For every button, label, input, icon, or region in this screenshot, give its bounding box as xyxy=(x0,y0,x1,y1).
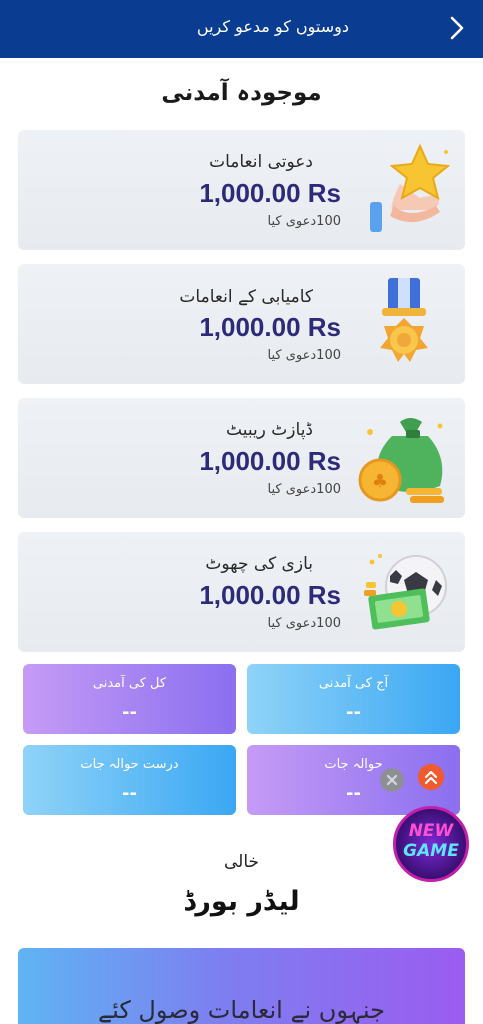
current-earnings-title: موجودہ آمدنی xyxy=(161,80,322,106)
card-amount: 1,000.00 Rs xyxy=(199,446,341,476)
reward-card-deposit-rebate[interactable]: ڈپازٹ ریبیٹ 1,000.00 Rs 100دعوی کیا ♣ xyxy=(18,398,465,518)
card-label: کامیابی کے انعامات xyxy=(179,287,313,307)
money-bag-icon: ♣ xyxy=(358,418,444,503)
page-title: دوستوں کو مدعو کریں xyxy=(196,17,349,36)
leaderboard-title: لیڈر بورڈ xyxy=(183,886,300,917)
scroll-top-button[interactable] xyxy=(418,764,444,790)
stat-today-earnings: آج کی آمدنی -- xyxy=(247,664,460,734)
card-claimed: 100دعوی کیا xyxy=(267,616,341,631)
empty-state-text: خالی xyxy=(223,852,260,872)
stat-value: -- xyxy=(122,783,137,804)
card-claimed: 100دعوی کیا xyxy=(267,482,341,497)
chevron-right-icon[interactable] xyxy=(445,14,469,42)
stat-value: -- xyxy=(346,702,361,723)
reward-card-invitation[interactable]: دعوتی انعامات 1,000.00 Rs 100دعوی کیا xyxy=(18,130,465,250)
card-amount: 1,000.00 Rs xyxy=(199,178,341,208)
banner-text: جنہوں نے انعامات وصول کئے xyxy=(98,996,385,1024)
stat-label: آج کی آمدنی xyxy=(318,676,389,691)
card-claimed: 100دعوی کیا xyxy=(267,214,341,229)
card-claimed: 100دعوی کیا xyxy=(267,348,341,363)
close-icon xyxy=(386,774,398,786)
medal-icon xyxy=(380,278,428,362)
soccer-money-icon xyxy=(364,554,447,630)
card-amount: 1,000.00 Rs xyxy=(199,580,341,610)
card-label: بازی کی چھوٹ xyxy=(205,554,313,574)
stat-label: کل کی آمدنی xyxy=(92,676,167,691)
reward-receivers-banner: جنہوں نے انعامات وصول کئے xyxy=(18,948,465,1024)
stat-total-earnings: کل کی آمدنی -- xyxy=(23,664,236,734)
star-hand-icon xyxy=(370,143,450,232)
reward-card-bet-rebate[interactable]: بازی کی چھوٹ 1,000.00 Rs 100دعوی کیا xyxy=(18,532,465,652)
close-floating-button[interactable] xyxy=(380,768,404,792)
stat-valid-referrals: درست حوالہ جات -- xyxy=(23,745,236,815)
svg-text:♣: ♣ xyxy=(372,471,388,492)
stat-label: درست حوالہ جات xyxy=(80,757,179,772)
card-label: دعوتی انعامات xyxy=(209,152,313,172)
card-label: ڈپازٹ ریبیٹ xyxy=(226,420,313,440)
top-bar: دوستوں کو مدعو کریں xyxy=(0,0,483,58)
stat-value: -- xyxy=(122,702,137,723)
new-game-line1: NEW xyxy=(408,821,454,841)
reward-card-achievement[interactable]: کامیابی کے انعامات 1,000.00 Rs 100دعوی ک… xyxy=(18,264,465,384)
double-chevron-up-icon xyxy=(424,770,438,785)
card-amount: 1,000.00 Rs xyxy=(199,312,341,342)
